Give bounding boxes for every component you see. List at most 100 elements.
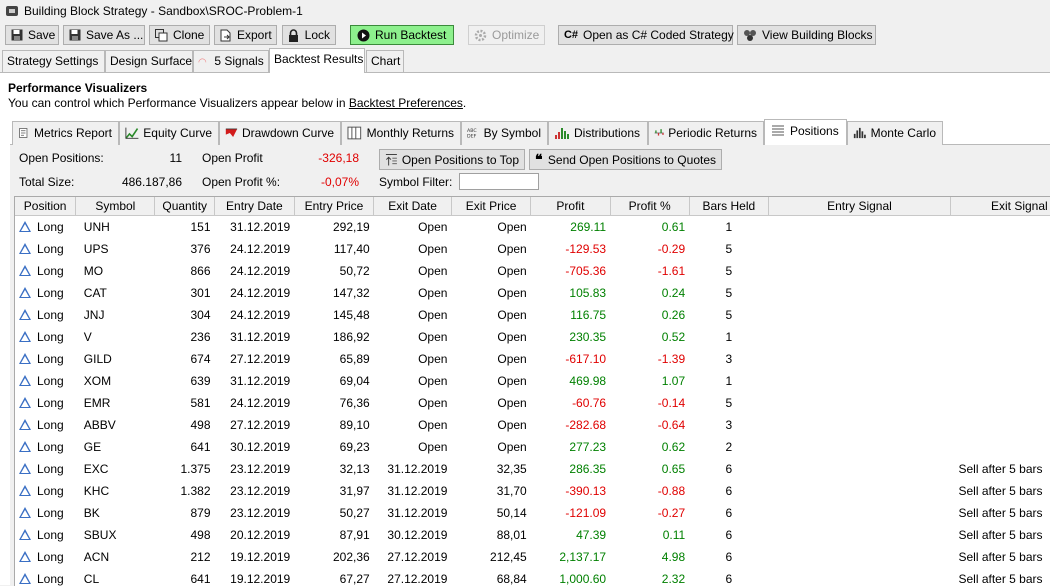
tab-positions[interactable]: Positions — [764, 119, 847, 146]
quantity-cell: 151 — [155, 216, 215, 239]
tab-chart[interactable]: Chart — [366, 50, 404, 72]
column-header[interactable]: Position — [15, 197, 76, 216]
bars-held-cell: 6 — [689, 524, 768, 546]
export-button[interactable]: Export — [214, 25, 277, 45]
tab-strategy-settings[interactable]: Strategy Settings — [2, 50, 105, 72]
tab-periodic-returns[interactable]: Periodic Returns — [648, 121, 764, 145]
exit-date-cell: 30.12.2019 — [374, 524, 452, 546]
table-row[interactable]: LongXOM63931.12.201969,04OpenOpen469.981… — [15, 370, 1050, 392]
exit-price-cell: 212,45 — [451, 546, 530, 568]
column-header[interactable]: Symbol — [76, 197, 155, 216]
exit-date-cell: Open — [374, 238, 452, 260]
visualizer-tab-bar: Metrics Report Equity Curve Drawdown Cur… — [10, 119, 1050, 145]
exit-signal-cell — [950, 238, 1050, 260]
view-building-blocks-button[interactable]: View Building Blocks — [737, 25, 876, 45]
profit-cell: -390.13 — [531, 480, 610, 502]
quantity-cell: 498 — [155, 414, 215, 436]
exit-signal-cell — [950, 414, 1050, 436]
exit-date-cell: 31.12.2019 — [374, 458, 452, 480]
tab-design-surface[interactable]: Design Surface — [105, 50, 193, 72]
send-to-quotes-label: Send Open Positions to Quotes — [548, 153, 716, 167]
table-row[interactable]: LongABBV49827.12.201989,10OpenOpen-282.6… — [15, 414, 1050, 436]
tab-by-symbol-label: By Symbol — [484, 126, 541, 140]
table-row[interactable]: LongCL64119.12.201967,2727.12.201968,841… — [15, 568, 1050, 586]
bars-held-cell: 5 — [689, 238, 768, 260]
entry-price-cell: 50,27 — [294, 502, 373, 524]
tab-design-surface-label: Design Surface — [110, 54, 192, 68]
long-position-icon — [19, 375, 31, 386]
tab-metrics-report-label: Metrics Report — [34, 126, 112, 140]
clone-button[interactable]: Clone — [149, 25, 210, 45]
profit-cell: -129.53 — [531, 238, 610, 260]
symbol-filter-label: Symbol Filter: — [379, 175, 452, 189]
column-header[interactable]: Entry Signal — [768, 197, 950, 216]
quantity-cell: 674 — [155, 348, 215, 370]
tab-distributions[interactable]: Distributions — [548, 121, 648, 145]
table-row[interactable]: LongCAT30124.12.2019147,32OpenOpen105.83… — [15, 282, 1050, 304]
exit-signal-cell — [950, 436, 1050, 458]
table-row[interactable]: LongUNH15131.12.2019292,19OpenOpen269.11… — [15, 216, 1050, 239]
lock-icon — [288, 28, 300, 42]
table-row[interactable]: LongJNJ30424.12.2019145,48OpenOpen116.75… — [15, 304, 1050, 326]
column-header[interactable]: Exit Price — [451, 197, 530, 216]
tab-monte-carlo[interactable]: Monte Carlo — [847, 121, 943, 145]
table-row[interactable]: LongSBUX49820.12.201987,9130.12.201988,0… — [15, 524, 1050, 546]
open-csharp-button[interactable]: C# Open as C# Coded Strategy — [558, 25, 733, 45]
symbol-filter-input[interactable] — [459, 173, 539, 190]
tab-drawdown-curve[interactable]: Drawdown Curve — [219, 121, 341, 145]
column-header[interactable]: Entry Date — [215, 197, 295, 216]
long-position-icon — [19, 419, 31, 430]
equity-curve-icon — [125, 126, 139, 140]
table-row[interactable]: LongMO86624.12.201950,72OpenOpen-705.36-… — [15, 260, 1050, 282]
positions-table: PositionSymbolQuantityEntry DateEntry Pr… — [15, 197, 1050, 586]
table-row[interactable]: LongUPS37624.12.2019117,40OpenOpen-129.5… — [15, 238, 1050, 260]
quantity-cell: 639 — [155, 370, 215, 392]
toolbar: Save Save As ... Clone Export Lock Run B… — [0, 22, 1050, 48]
run-backtest-button[interactable]: Run Backtest — [350, 25, 454, 45]
table-row[interactable]: LongACN21219.12.2019202,3627.12.2019212,… — [15, 546, 1050, 568]
lock-button[interactable]: Lock — [282, 25, 336, 45]
table-row[interactable]: LongEMR58124.12.201976,36OpenOpen-60.76-… — [15, 392, 1050, 414]
csharp-icon: C# — [564, 28, 578, 42]
column-header[interactable]: Profit — [531, 197, 610, 216]
position-cell: Long — [15, 480, 76, 502]
save-as-button[interactable]: Save As ... — [63, 25, 145, 45]
symbol-cell: ABBV — [76, 414, 155, 436]
open-positions-to-top-button[interactable]: Open Positions to Top — [379, 149, 525, 170]
profit-cell: 230.35 — [531, 326, 610, 348]
long-position-icon — [19, 441, 31, 452]
optimize-button[interactable]: Optimize — [468, 25, 545, 45]
send-to-quotes-button[interactable]: ❝ Send Open Positions to Quotes — [529, 149, 722, 170]
table-row[interactable]: LongGE64130.12.201969,23OpenOpen277.230.… — [15, 436, 1050, 458]
profit-pct-cell: 0.26 — [610, 304, 689, 326]
exit-date-cell: Open — [374, 414, 452, 436]
table-row[interactable]: LongKHC1.38223.12.201931,9731.12.201931,… — [15, 480, 1050, 502]
tab-signals[interactable]: ◠ 5 Signals — [193, 50, 269, 72]
table-row[interactable]: LongEXC1.37523.12.201932,1331.12.201932,… — [15, 458, 1050, 480]
tab-backtest-results[interactable]: Backtest Results — [269, 48, 365, 73]
long-position-icon — [19, 309, 31, 320]
entry-signal-cell — [768, 326, 950, 348]
column-header[interactable]: Bars Held — [689, 197, 768, 216]
quantity-cell: 212 — [155, 546, 215, 568]
quotes-icon: ❝ — [535, 153, 544, 167]
profit-cell: 47.39 — [531, 524, 610, 546]
backtest-preferences-link[interactable]: Backtest Preferences — [349, 96, 463, 110]
position-label: Long — [37, 484, 64, 498]
save-button[interactable]: Save — [5, 25, 59, 45]
table-row[interactable]: LongGILD67427.12.201965,89OpenOpen-617.1… — [15, 348, 1050, 370]
profit-cell: -121.09 — [531, 502, 610, 524]
app-icon — [5, 4, 19, 18]
tab-monthly-returns[interactable]: Monthly Returns — [341, 121, 461, 145]
column-header[interactable]: Quantity — [155, 197, 215, 216]
tab-metrics-report[interactable]: Metrics Report — [12, 121, 119, 145]
column-header[interactable]: Exit Signal — [950, 197, 1050, 216]
entry-signal-cell — [768, 502, 950, 524]
column-header[interactable]: Profit % — [610, 197, 689, 216]
tab-by-symbol[interactable]: ABCDEF By Symbol — [461, 121, 548, 145]
column-header[interactable]: Exit Date — [374, 197, 452, 216]
column-header[interactable]: Entry Price — [294, 197, 373, 216]
table-row[interactable]: LongBK87923.12.201950,2731.12.201950,14-… — [15, 502, 1050, 524]
tab-equity-curve[interactable]: Equity Curve — [119, 121, 219, 145]
table-row[interactable]: LongV23631.12.2019186,92OpenOpen230.350.… — [15, 326, 1050, 348]
